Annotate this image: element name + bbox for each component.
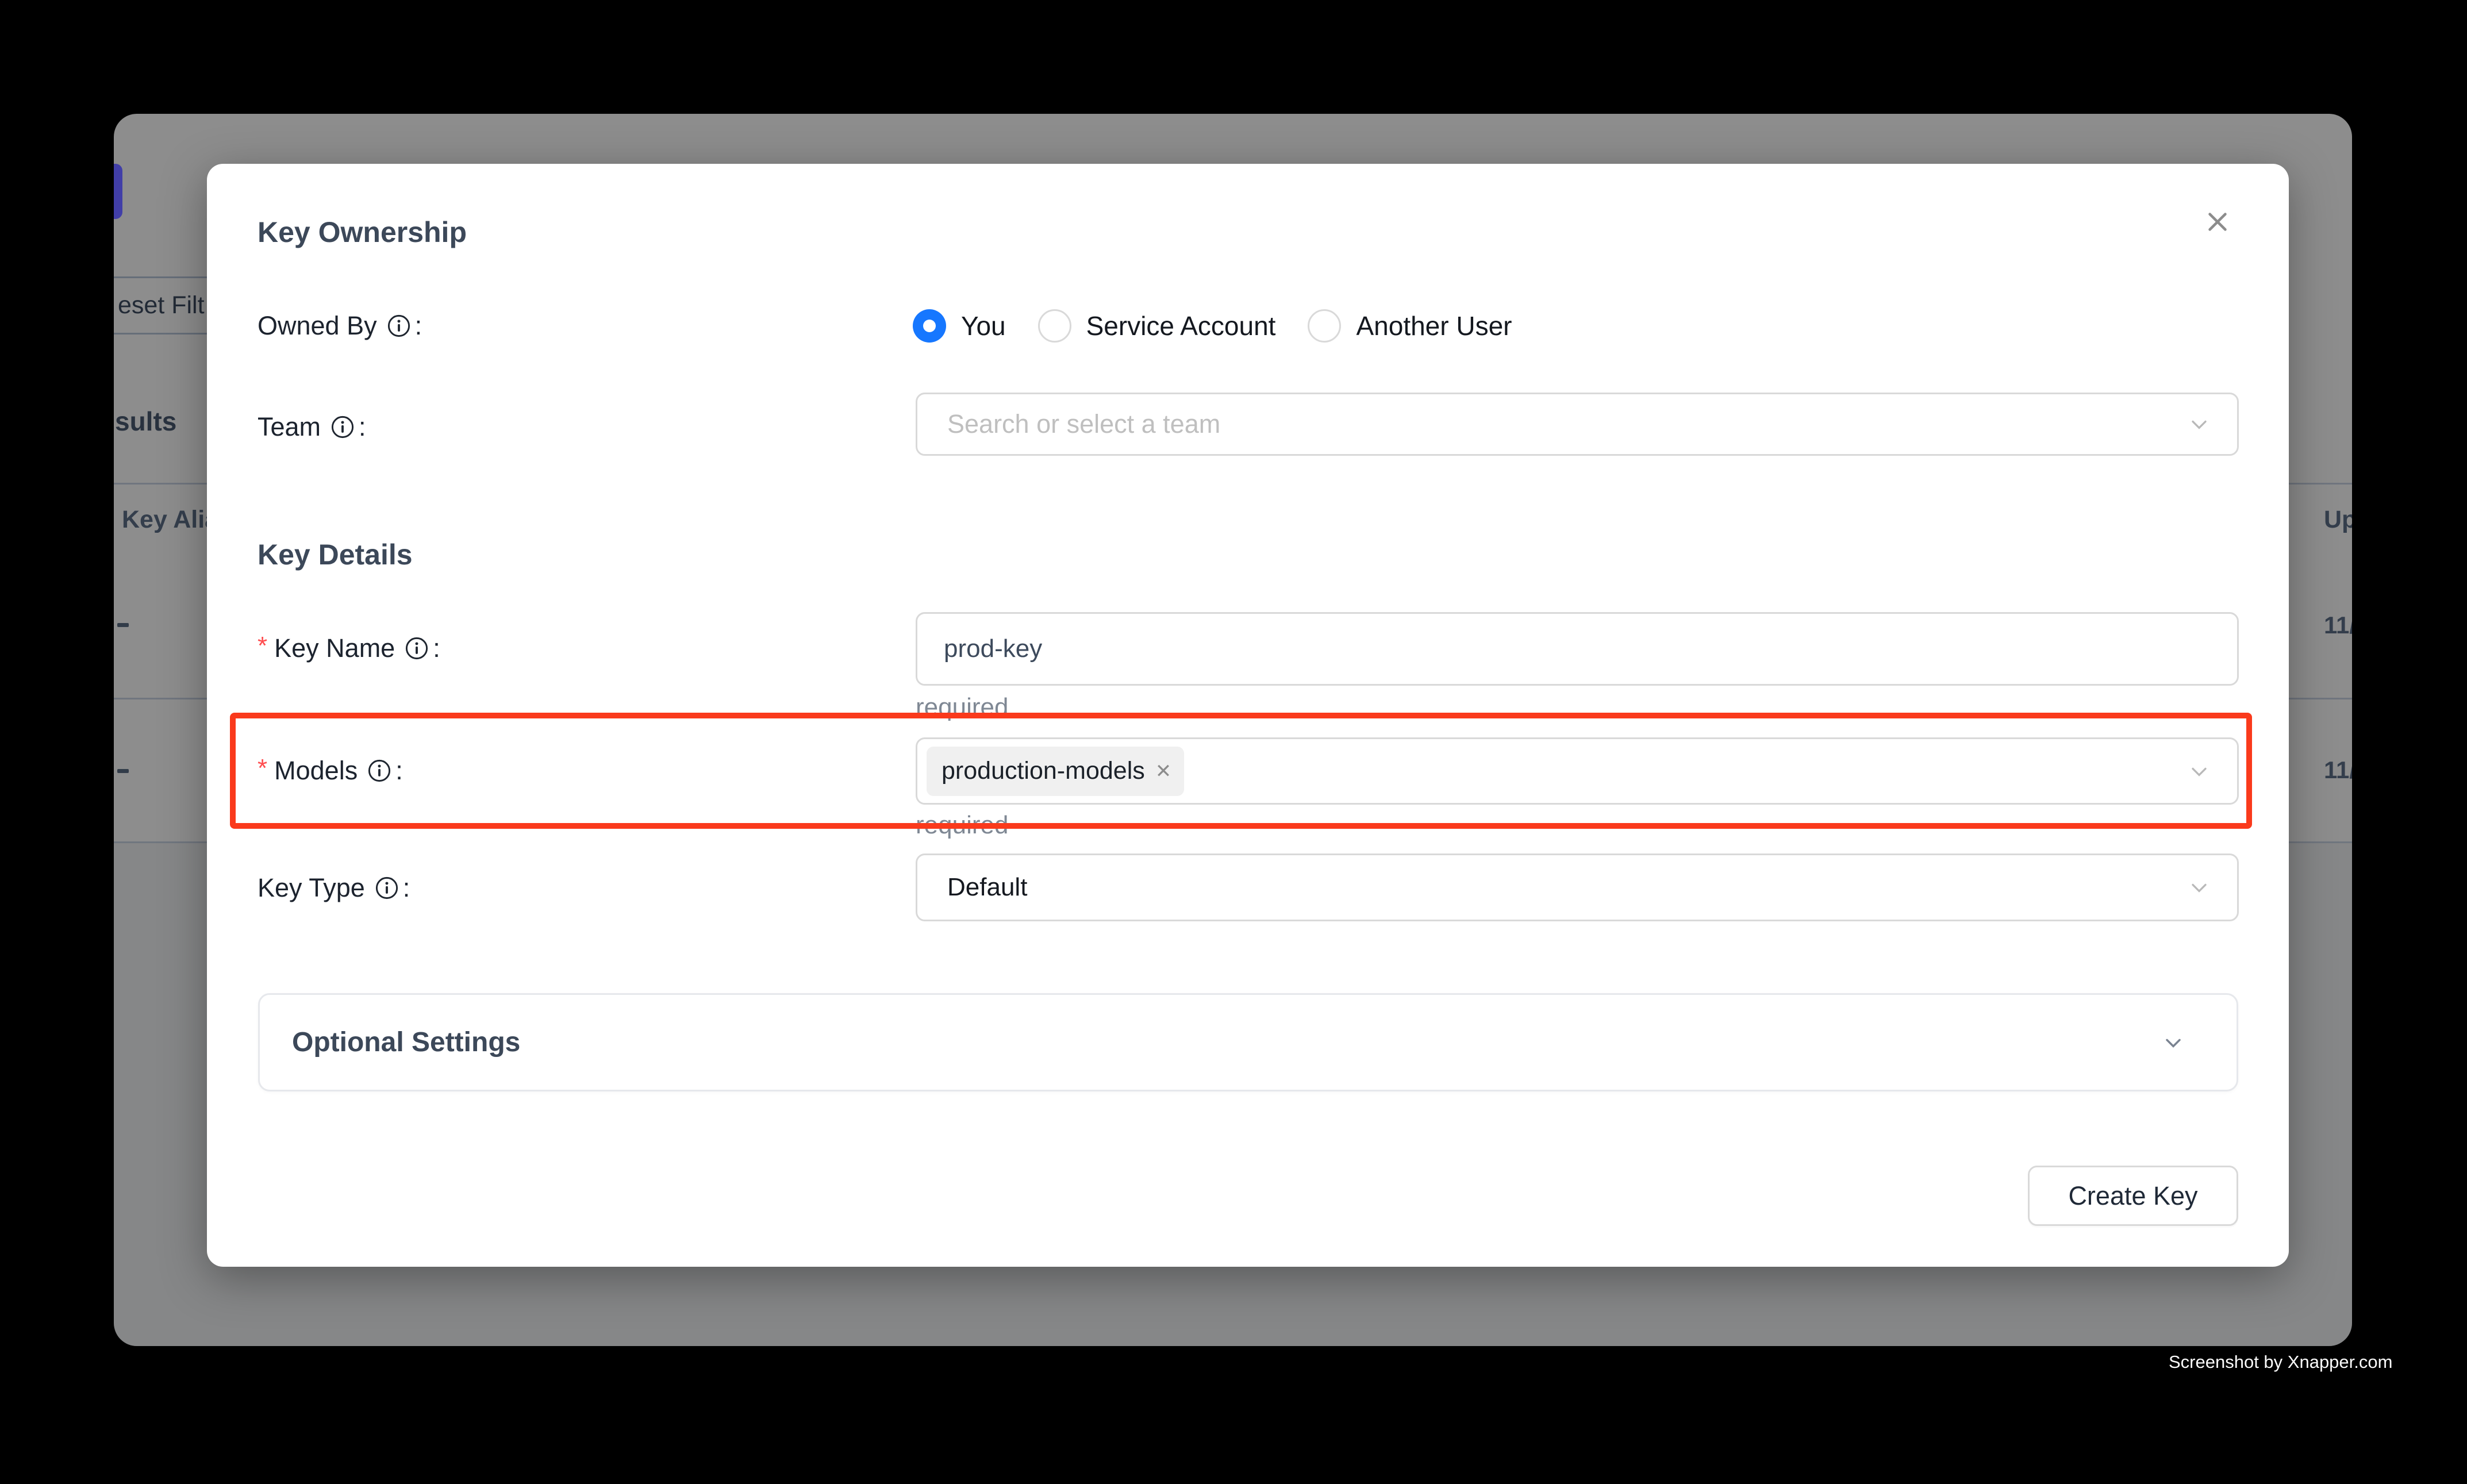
key-name-input[interactable]: prod-key [916,612,2239,686]
colon: : [359,412,366,442]
info-icon[interactable] [386,313,412,339]
results-count-fragment: sults [115,406,176,437]
radio-owned-by-another-user[interactable]: Another User [1308,309,1512,343]
colon: : [403,873,410,903]
create-key-button-label: Create Key [2068,1181,2197,1211]
info-icon[interactable] [367,758,392,783]
key-details-heading: Key Details [258,538,413,571]
key-ownership-heading: Key Ownership [258,216,467,249]
radio-owned-by-service-account[interactable]: Service Account [1038,309,1276,343]
info-icon[interactable] [404,636,429,661]
models-required-message: required [916,811,1008,840]
owned-by-label-text: Owned By [258,311,377,341]
radio-label: Another User [1356,310,1512,341]
table-row-date: 11/ [2324,756,2352,784]
table-row-dash [117,623,129,627]
models-label: * Models : [258,752,403,789]
xnapper-watermark: Screenshot by Xnapper.com [2169,1352,2392,1372]
colon: : [433,633,440,663]
key-name-value: prod-key [944,635,1042,663]
column-header-key-alias: Key Alia [122,506,218,534]
models-selected-tag: production-models ✕ [927,747,1184,796]
key-type-select[interactable]: Default [916,854,2239,921]
team-label: Team : [258,409,366,445]
optional-settings-panel[interactable]: Optional Settings [258,993,2238,1091]
required-asterisk: * [258,754,267,783]
required-asterisk: * [258,632,267,660]
key-name-required-message: required [916,693,1008,722]
optional-settings-title: Optional Settings [292,1027,520,1058]
info-icon[interactable] [330,414,355,440]
radio-owned-by-you[interactable]: You [913,309,1006,343]
key-name-label-text: Key Name [274,633,395,663]
key-name-label: * Key Name : [258,630,440,667]
reset-filters-label-fragment: eset Filt [118,291,205,320]
key-type-label: Key Type : [258,870,410,906]
chevron-down-icon [2161,1030,2186,1055]
chevron-down-icon [2187,875,2212,900]
column-header-updated: Up [2324,506,2352,534]
colon: : [415,311,422,341]
team-select-placeholder: Search or select a team [947,409,1220,439]
owned-by-radio-group: You Service Account Another User [913,307,1544,344]
chevron-down-icon [2187,759,2212,784]
colon: : [395,756,403,786]
radio-unselected-icon [1038,309,1071,343]
info-icon[interactable] [374,875,399,901]
owned-by-label: Owned By : [258,307,422,344]
radio-selected-icon [913,309,946,343]
radio-unselected-icon [1308,309,1341,343]
radio-label: Service Account [1086,310,1276,341]
modal-close-button[interactable] [2199,203,2236,240]
create-key-modal: Key Ownership Owned By : You Service Acc… [207,164,2289,1267]
table-row-date: 11/ [2324,612,2352,639]
models-tag-label: production-models [942,757,1145,785]
tag-remove-icon[interactable]: ✕ [1155,760,1172,783]
key-type-value: Default [947,873,1027,902]
close-icon [2204,209,2231,235]
create-key-button[interactable]: Create Key [2028,1166,2238,1226]
radio-label: You [961,310,1006,341]
models-label-text: Models [274,756,358,786]
team-select[interactable]: Search or select a team [916,393,2239,456]
create-key-button-fragment [114,164,122,219]
team-label-text: Team [258,412,321,442]
table-row-dash [117,769,129,773]
screenshot-stage: eset Filt sults Key Alia Up 11/ 11/ Key … [0,0,2467,1484]
chevron-down-icon [2187,412,2212,437]
models-multiselect[interactable]: production-models ✕ [916,737,2239,805]
key-type-label-text: Key Type [258,873,365,903]
